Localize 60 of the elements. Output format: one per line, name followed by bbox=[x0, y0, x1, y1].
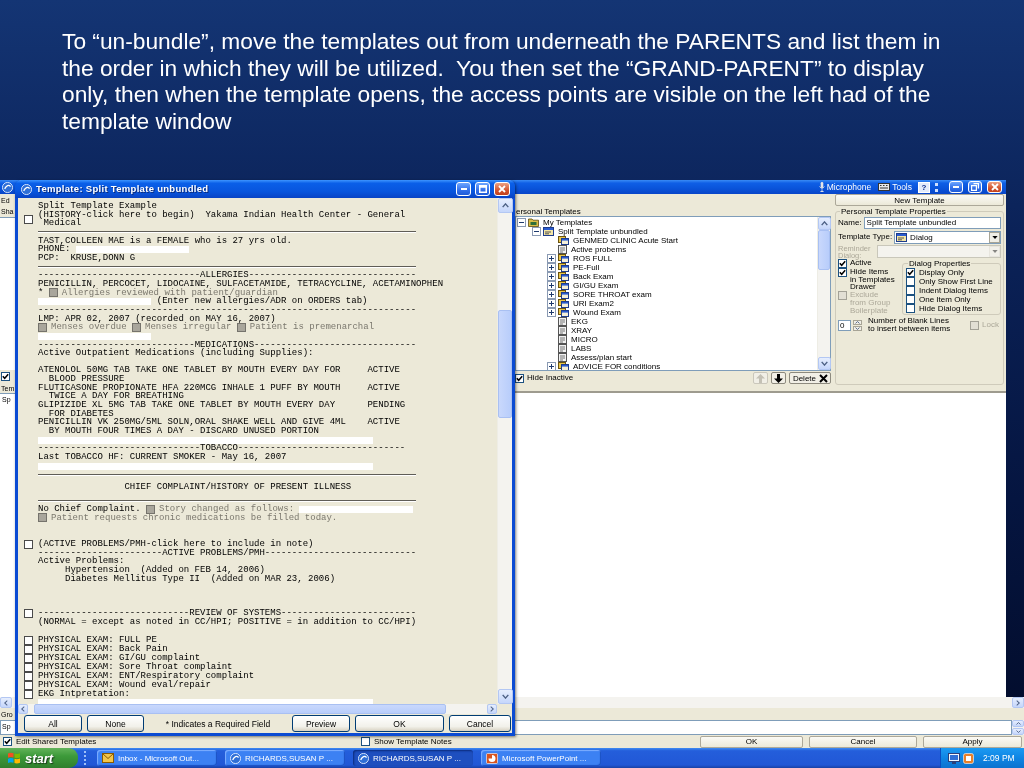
status-text: ACTIVE bbox=[367, 366, 400, 376]
document-text: Hypertension (Added on FEB 14, 2006) bbox=[65, 565, 265, 575]
document-text: (ACTIVE PROBLEMS/PMH-click here to include in note) bbox=[38, 539, 314, 549]
document-text: PENICILLIN, PERCOCET, LIDOCAINE, SULFACETAMIDE, TETRACYCLINE, ACETAMINOPHEN bbox=[38, 279, 444, 289]
document-text: PHYSICAL EXAM: GI/GU complaint bbox=[38, 653, 201, 663]
document-text: (NORMAL = except as noted in CC/HPI; POSITIVE = in addition to CC/HPI) bbox=[38, 618, 417, 627]
document-text: ------------------------------TOBACCO------------------------------- bbox=[38, 444, 406, 454]
checkbox-label: Patient requests chronic medications be filled today. bbox=[51, 513, 338, 523]
checkbox-label: Hide Dialog Items bbox=[919, 304, 983, 313]
document-text: PHYSICAL EXAM: FULL PE bbox=[38, 635, 157, 645]
group-title: Dialog Properties bbox=[908, 259, 972, 268]
checkbox-label: Menses irregular bbox=[145, 323, 232, 332]
checkbox-label: Edit Shared Templates bbox=[16, 736, 97, 747]
field-label: Number of Blank Lines to insert between items bbox=[868, 317, 952, 333]
document-text: ------------------------------ALLERGIES------------------------------- bbox=[38, 271, 417, 280]
heading-text: CHIEF COMPLAINT/HISTORY OF PRESENT ILLNESS bbox=[124, 483, 352, 492]
document-text: ---------------------------------------------------------------------- bbox=[38, 305, 417, 315]
document-text: EKG Intpretation: bbox=[38, 689, 130, 699]
document-text: Active Outpatient Medications (including Supplies): bbox=[38, 349, 314, 358]
document-text: TAST,COLLEEN MAE is a FEMALE who is 27 yrs old. bbox=[38, 236, 292, 246]
checkbox-label: Active bbox=[850, 259, 873, 267]
checkbox-label: One Item Only bbox=[919, 295, 971, 304]
checkbox-label: Story changed as follows: bbox=[159, 504, 295, 514]
checkbox-label: Show Template Notes bbox=[374, 736, 452, 747]
checkbox-label: Display Only bbox=[919, 268, 964, 277]
document-text: PHYSICAL EXAM: Back Pain bbox=[38, 644, 168, 654]
document-text: ----------------------------REVIEW OF SYSTEMS------------------------- bbox=[38, 609, 417, 618]
document-text: (Enter new allergies/ADR on ORDERS tab) bbox=[156, 297, 368, 306]
document-text: Last TOBACCO HF: CURRENT SMOKER - May 16, 2007 bbox=[38, 453, 287, 462]
checkbox-label: Hide Inactive bbox=[527, 373, 574, 383]
field-label: Name: bbox=[838, 218, 862, 228]
document-text: Diabetes Mellitus Type II (Added on MAR 23, 2006) bbox=[65, 574, 336, 584]
pane-label: ersonal Templates bbox=[516, 207, 581, 216]
note-text: * Indicates a Required Field bbox=[165, 718, 271, 729]
medication-text: PENICILLIN VK 250MG/5ML SOLN,ORAL SHAKE WELL AND GIVE 4ML BY MOUTH FOUR TIMES A DAY - DISCARD UNUSED PORTION bbox=[38, 418, 347, 436]
document-text: Split Template Example bbox=[38, 202, 157, 211]
document-text: PCP: KRUSE,DONN G bbox=[38, 253, 136, 263]
checkbox-label: Hide Items in Templates Drawer bbox=[850, 268, 896, 292]
document-text: * bbox=[38, 288, 44, 298]
checkbox-label: Patient is premenarchal bbox=[249, 323, 375, 332]
checkbox-label: Only Show First Line bbox=[919, 277, 993, 286]
document-text: PHYSICAL EXAM: ENT/Respiratory complaint bbox=[38, 671, 255, 681]
status-text: ACTIVE bbox=[367, 418, 400, 428]
status-text: ACTIVE bbox=[367, 383, 400, 393]
clock-text: 2:09 PM bbox=[983, 753, 1015, 763]
window-title: Template: Split Template unbundled bbox=[36, 183, 209, 195]
document-text: Active Problems: bbox=[38, 557, 125, 566]
medication-text: FLUTICASONE PROPIONATE HFA 220MCG INHALE 1 PUFF BY MOUTH TWICE A DAY FOR BREATHING bbox=[38, 383, 342, 402]
status-text: PENDING bbox=[367, 401, 406, 410]
document-text: PHYSICAL EXAM: Wound eval/repair bbox=[38, 680, 211, 690]
document-text: PHYSICAL EXAM: Sore Throat complaint bbox=[38, 662, 233, 672]
document-text: PHONE: bbox=[38, 245, 71, 254]
slide-caption: To “un-bundle”, move the templates out from underneath the PARENTS and list them in the order in which they will be utilized. You then set the “GRAND-PARENT” to display only, then when the template opens, the access points are visible on the left had of the template window bbox=[62, 28, 942, 134]
group-title: Personal Template Properties bbox=[840, 207, 947, 216]
checkbox-label: Indent Dialog Items bbox=[919, 286, 988, 295]
medication-text: ATENOLOL 50MG TAB TAKE ONE TABLET BY MOUTH EVERY DAY FOR BLOOD PRESSURE bbox=[38, 366, 342, 384]
checkbox-label: Menses overdue bbox=[51, 323, 127, 332]
paragraph-text: (HISTORY-click here to begin) Yakama Indian Health Center - General Medical bbox=[38, 210, 407, 228]
document-text: No Chief Complaint. bbox=[38, 504, 141, 514]
field-label: Template Type: bbox=[838, 232, 893, 242]
